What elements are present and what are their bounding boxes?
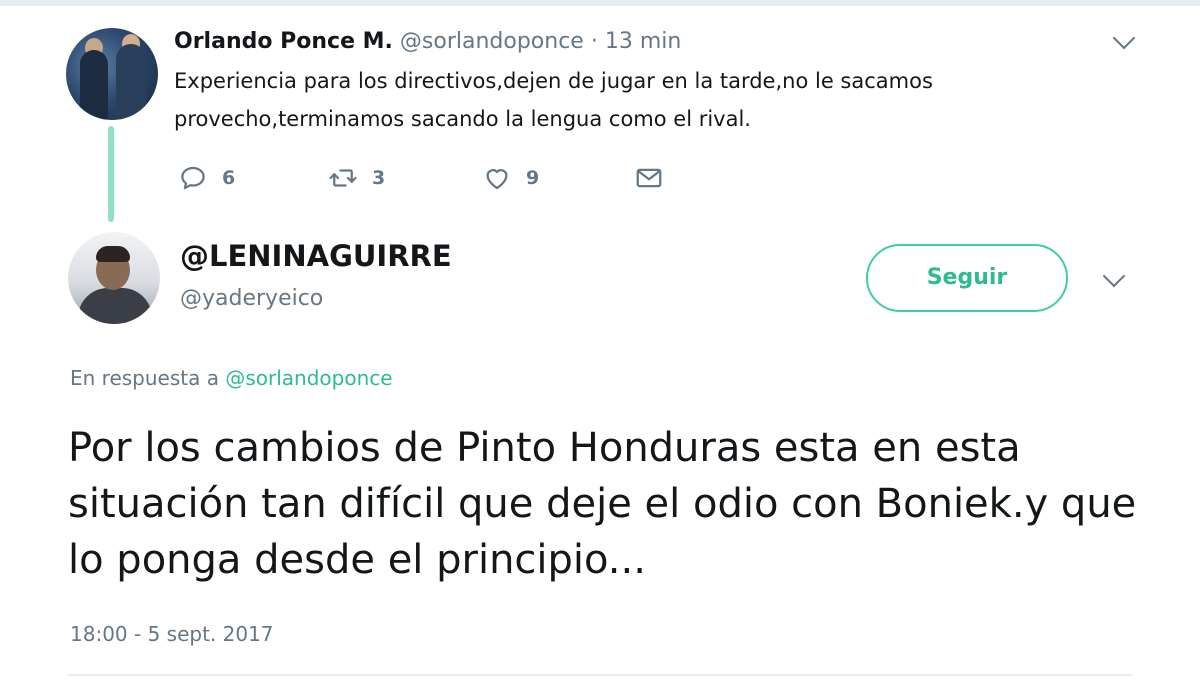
direct-message-icon bbox=[636, 168, 662, 188]
thread-connector-line bbox=[108, 126, 114, 222]
parent-author-avatar[interactable] bbox=[66, 28, 158, 120]
main-tweet-text: Por los cambios de Pinto Honduras esta e… bbox=[68, 425, 1137, 583]
avatar-hair bbox=[96, 246, 130, 262]
parent-tweet-header: Orlando Ponce M. @sorlandoponce · 13 min bbox=[174, 28, 681, 56]
retweet-count: 3 bbox=[372, 167, 386, 189]
reply-count: 6 bbox=[222, 167, 236, 189]
tweet-page: Orlando Ponce M. @sorlandoponce · 13 min… bbox=[0, 0, 1200, 682]
parent-tweet-text: Experiencia para los directivos,dejen de… bbox=[174, 69, 933, 131]
avatar-figure bbox=[116, 44, 146, 120]
chevron-down-icon[interactable] bbox=[1102, 264, 1126, 288]
main-author-avatar[interactable] bbox=[68, 232, 160, 324]
bottom-divider bbox=[68, 674, 1132, 676]
main-tweet-timestamp[interactable]: 18:00 - 5 sept. 2017 bbox=[70, 620, 274, 648]
retweet-button[interactable]: 3 bbox=[328, 160, 385, 196]
chevron-down-icon[interactable] bbox=[1112, 26, 1136, 50]
follow-button[interactable]: Seguir bbox=[866, 244, 1068, 312]
direct-message-button[interactable] bbox=[634, 160, 664, 196]
reply-context: En respuesta a @sorlandoponce bbox=[70, 364, 393, 392]
main-author-name[interactable]: @LENINAGUIRRE bbox=[180, 238, 452, 274]
parent-author-name[interactable]: Orlando Ponce M. bbox=[174, 29, 393, 54]
reply-to-handle-link[interactable]: @sorlandoponce bbox=[225, 366, 392, 390]
reply-icon bbox=[181, 166, 205, 190]
parent-author-handle[interactable]: @sorlandoponce bbox=[400, 29, 584, 54]
avatar-figure bbox=[80, 50, 108, 120]
avatar-figure bbox=[78, 288, 152, 324]
main-author-handle[interactable]: @yaderyeico bbox=[180, 284, 323, 314]
top-divider bbox=[0, 0, 1200, 6]
parent-tweet-time[interactable]: 13 min bbox=[605, 29, 681, 54]
like-count: 9 bbox=[526, 167, 540, 189]
header-separator: · bbox=[590, 29, 598, 54]
like-icon bbox=[486, 169, 508, 190]
reply-button[interactable]: 6 bbox=[178, 160, 235, 196]
like-button[interactable]: 9 bbox=[482, 160, 539, 196]
reply-to-prefix: En respuesta a bbox=[70, 366, 219, 390]
retweet-icon bbox=[329, 169, 357, 187]
